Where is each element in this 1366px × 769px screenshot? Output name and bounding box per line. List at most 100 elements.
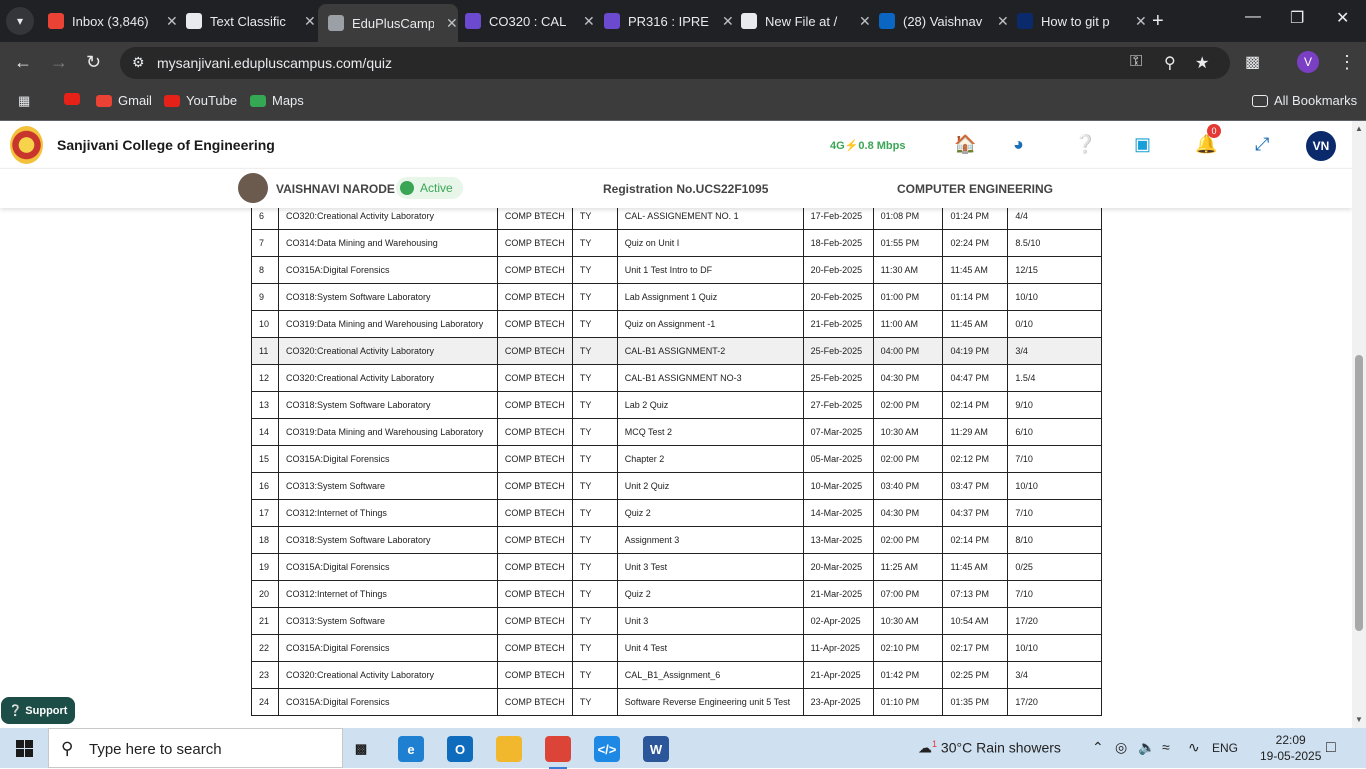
bookmark-youtube-icon[interactable]: [64, 93, 86, 105]
file-explorer-icon[interactable]: [496, 736, 522, 762]
scroll-thumb[interactable]: [1355, 355, 1363, 631]
password-key-icon[interactable]: ⚿: [1130, 53, 1142, 71]
browser-tab[interactable]: PR316 : IPRE ✕: [594, 6, 734, 36]
table-row[interactable]: 17 CO312:Internet of Things COMP BTECH TY Qu…: [251, 499, 1102, 527]
menu-kebab-icon[interactable]: ⋮: [1338, 52, 1356, 73]
user-avatar[interactable]: VN: [1306, 131, 1336, 161]
notification-center-icon[interactable]: □: [1326, 739, 1336, 757]
chevron-up-icon[interactable]: ⌃: [1092, 739, 1104, 756]
url-text[interactable]: mysanjivani.edupluscampus.com/quiz: [157, 55, 392, 71]
bookmark-maps[interactable]: Maps: [250, 93, 304, 108]
support-button[interactable]: ❔ Support: [1, 697, 75, 724]
cell-score: 3/4: [1007, 337, 1102, 365]
table-row[interactable]: 15 CO315A:Digital Forensics COMP BTECH TY Ch…: [251, 445, 1102, 473]
tab-search-button[interactable]: ▾: [6, 7, 34, 35]
chrome-icon[interactable]: [545, 736, 571, 769]
task-view-icon[interactable]: ▩: [348, 736, 374, 762]
home-icon[interactable]: 🏠: [954, 134, 976, 155]
profile-avatar[interactable]: V: [1297, 51, 1319, 73]
cell-year: TY: [571, 634, 618, 662]
cell-program: COMP BTECH: [496, 364, 573, 392]
dashboard-icon[interactable]: ◕: [1013, 134, 1024, 155]
cell-date: 10-Mar-2025: [802, 472, 874, 500]
browser-tab[interactable]: EduPlusCamp ✕: [318, 4, 458, 42]
close-tab-icon[interactable]: ✕: [1135, 13, 1147, 30]
cell-no: 11: [251, 337, 279, 365]
browser-tab[interactable]: New File at / ✕: [731, 6, 871, 36]
close-tab-icon[interactable]: ✕: [304, 13, 316, 30]
scroll-up-icon[interactable]: ▲: [1355, 124, 1363, 133]
reload-icon[interactable]: ↻: [86, 52, 101, 73]
windows-taskbar: ⚲ Type here to search ▩ e O </> W ☁1 30°…: [0, 728, 1366, 769]
language-indicator[interactable]: ENG: [1212, 741, 1238, 755]
table-row[interactable]: 22 CO315A:Digital Forensics COMP BTECH TY Un…: [251, 634, 1102, 662]
word-icon[interactable]: W: [643, 736, 669, 762]
table-row[interactable]: 20 CO312:Internet of Things COMP BTECH TY Qu…: [251, 580, 1102, 608]
all-bookmarks[interactable]: All Bookmarks: [1252, 93, 1357, 108]
wifi-icon[interactable]: ≈: [1162, 739, 1170, 755]
table-row[interactable]: 13 CO318:System Software Laboratory COMP B…: [251, 391, 1102, 419]
system-clock[interactable]: 22:09 19-05-2025: [1260, 732, 1321, 764]
site-info-icon[interactable]: ⚙: [132, 54, 145, 71]
bookmark-star-icon[interactable]: ★: [1195, 53, 1209, 73]
table-row[interactable]: 10 CO319:Data Mining and Warehousing Labo…: [251, 310, 1102, 338]
browser-tab[interactable]: Text Classific ✕: [176, 6, 316, 36]
extensions-icon[interactable]: ▩: [1245, 52, 1260, 72]
help-icon[interactable]: ❔: [1074, 134, 1096, 155]
table-row[interactable]: 8 CO315A:Digital Forensics COMP BTECH TY Uni…: [251, 256, 1102, 284]
outlook-icon[interactable]: O: [447, 736, 473, 762]
table-row[interactable]: 7 CO314:Data Mining and Warehousing COMP B…: [251, 229, 1102, 257]
browser-tab[interactable]: (28) Vaishnav ✕: [869, 6, 1009, 36]
weather-widget[interactable]: ☁1 30°C Rain showers: [918, 739, 1061, 757]
cell-subject: CO319:Data Mining and Warehousing Labora…: [277, 418, 498, 446]
fullscreen-icon[interactable]: ⤢: [1255, 134, 1269, 155]
taskbar-search[interactable]: ⚲ Type here to search: [48, 728, 343, 768]
table-row[interactable]: 12 CO320:Creational Activity Laboratory CO…: [251, 364, 1102, 392]
cell-date: 18-Feb-2025: [802, 229, 874, 257]
cell-year: TY: [571, 229, 618, 257]
table-row[interactable]: 16 CO313:System Software COMP BTECH TY Unit …: [251, 472, 1102, 500]
browser-tab[interactable]: Inbox (3,846) ✕: [38, 6, 178, 36]
page-scrollbar[interactable]: ▲ ▼: [1352, 121, 1366, 728]
edge-icon[interactable]: e: [398, 736, 424, 762]
cell-year: TY: [571, 256, 618, 284]
new-tab-button[interactable]: +: [1152, 10, 1164, 33]
table-row[interactable]: 11 CO320:Creational Activity Laboratory CO…: [251, 337, 1102, 365]
table-row[interactable]: 21 CO313:System Software COMP BTECH TY Unit …: [251, 607, 1102, 635]
network-icon[interactable]: ∿: [1188, 739, 1200, 756]
zoom-icon[interactable]: ⚲: [1164, 53, 1176, 73]
scroll-down-icon[interactable]: ▼: [1355, 715, 1363, 724]
windows-start-icon[interactable]: [16, 740, 33, 757]
table-row[interactable]: 14 CO319:Data Mining and Warehousing Labo…: [251, 418, 1102, 446]
restore-button[interactable]: ❐: [1290, 8, 1304, 28]
table-row[interactable]: 18 CO318:System Software Laboratory COMP B…: [251, 526, 1102, 554]
search-placeholder[interactable]: Type here to search: [89, 741, 222, 758]
forward-icon[interactable]: →: [50, 52, 68, 73]
volume-icon[interactable]: 🔈: [1138, 739, 1155, 756]
bookmark-youtube[interactable]: YouTube: [164, 93, 237, 108]
cell-title: MCQ Test 2: [616, 418, 804, 446]
bookmark-gmail[interactable]: Gmail: [96, 93, 152, 108]
address-bar[interactable]: ⚙ mysanjivani.edupluscampus.com/quiz ⚿ ⚲…: [120, 47, 1230, 79]
cell-subject: CO314:Data Mining and Warehousing: [277, 229, 498, 257]
table-row[interactable]: 24 CO315A:Digital Forensics COMP BTECH TY So…: [251, 688, 1102, 716]
cell-score: 1.5/4: [1007, 364, 1102, 392]
vscode-icon[interactable]: </>: [594, 736, 620, 762]
switch-icon[interactable]: ▣: [1134, 134, 1151, 155]
tab-title: How to git p: [1041, 13, 1110, 29]
status-dot-icon: [400, 181, 414, 195]
minimize-button[interactable]: —: [1245, 8, 1261, 26]
table-row[interactable]: 19 CO315A:Digital Forensics COMP BTECH TY Un…: [251, 553, 1102, 581]
table-row[interactable]: 23 CO320:Creational Activity Laboratory CO…: [251, 661, 1102, 689]
close-window-button[interactable]: ✕: [1336, 8, 1349, 28]
form-icon: [604, 13, 620, 29]
back-icon[interactable]: ←: [14, 52, 32, 73]
cell-end: 02:25 PM: [942, 661, 1009, 689]
cell-start: 04:00 PM: [872, 337, 944, 365]
apps-grid-icon[interactable]: ▦: [18, 93, 30, 109]
table-row[interactable]: 9 CO318:System Software Laboratory COMP BT…: [251, 283, 1102, 311]
browser-tab[interactable]: CO320 : CAL ✕: [455, 6, 595, 36]
close-tab-icon[interactable]: ✕: [583, 13, 595, 30]
browser-tab[interactable]: How to git p ✕: [1007, 6, 1147, 36]
meet-icon[interactable]: ◎: [1115, 739, 1127, 756]
